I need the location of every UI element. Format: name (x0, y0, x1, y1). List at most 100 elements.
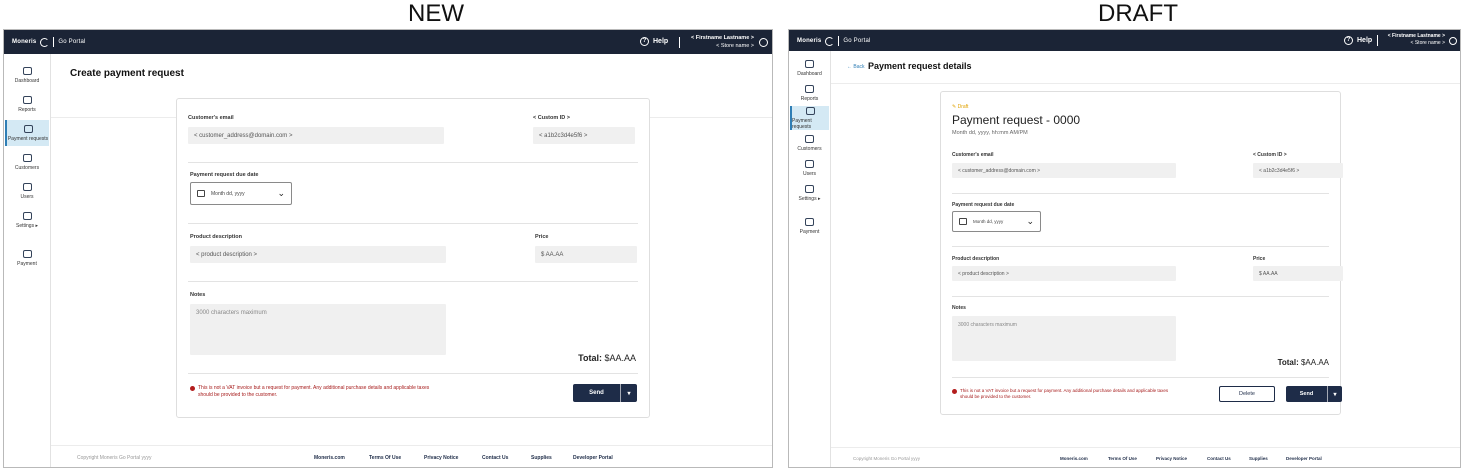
product-description-field[interactable]: < product description > (190, 246, 446, 263)
sidebar-item-settings[interactable]: Settings ▸ (5, 207, 49, 233)
help-icon: ? (1344, 36, 1353, 45)
total-label: Total: (1277, 358, 1299, 367)
footer-link-privacy[interactable]: Privacy Notice (1156, 456, 1187, 461)
sidebar-item-users[interactable]: Users (790, 156, 829, 180)
total-value: $AA.AA (1300, 358, 1329, 367)
copyright: Copyright Moneris Go Portal yyyy (77, 455, 152, 461)
custom-id-field[interactable]: < a1b2c3d4e5f6 > (533, 127, 635, 144)
sidebar-item-customers[interactable]: Customers (790, 131, 829, 155)
sidebar-item-label: Users (802, 170, 817, 177)
request-datetime: Month dd, yyyy, hh:mm AM/PM (952, 130, 1028, 136)
header-divider (1377, 35, 1378, 46)
help-label: Help (653, 38, 669, 45)
due-date-picker[interactable]: Month dd, yyyy ⌄ (190, 182, 292, 205)
notes-textarea[interactable]: 3000 characters maximum (190, 304, 446, 355)
delete-button[interactable]: Delete (1219, 386, 1275, 402)
price-field[interactable]: $ AA.AA (535, 246, 637, 263)
user-avatar-icon[interactable] (759, 38, 768, 47)
payment-requests-icon (806, 106, 815, 115)
sidebar-item-payment[interactable]: Payment (5, 245, 49, 271)
payment-requests-icon (23, 124, 33, 133)
custom-id-field[interactable]: < a1b2c3d4e5f6 > (1253, 163, 1343, 178)
user-menu[interactable]: < Firstname Lastname > < Store name > (1388, 33, 1445, 47)
send-options-chevron-icon[interactable]: ▾ (621, 390, 637, 397)
product-description-field[interactable]: < product description > (952, 266, 1176, 281)
custom-id-label: < Custom ID > (533, 115, 570, 121)
sidebar-item-payment-requests[interactable]: Payment requests (790, 106, 829, 130)
sidebar-item-users[interactable]: Users (5, 178, 49, 204)
moneris-logo[interactable]: Moneris Go Portal (12, 37, 86, 47)
sidebar-item-dashboard[interactable]: Dashboard (5, 62, 49, 88)
due-date-picker[interactable]: Month dd, yyyy ⌄ (952, 211, 1041, 232)
send-split-button: Send ▾ (1286, 386, 1342, 402)
total-amount: Total: $AA.AA (1278, 358, 1329, 367)
footer-link-moneris[interactable]: Moneris.com (1060, 456, 1088, 461)
split-divider (620, 384, 621, 402)
footer-link-privacy[interactable]: Privacy Notice (424, 455, 458, 461)
footer-link-developer[interactable]: Developer Portal (573, 455, 613, 461)
sidebar-item-label: Payment requests (792, 117, 812, 130)
page-title: Payment request details (868, 61, 972, 71)
calendar-icon (197, 190, 205, 197)
total-value: $AA.AA (604, 353, 636, 363)
user-avatar-icon[interactable] (1449, 37, 1457, 45)
footer-link-moneris[interactable]: Moneris.com (314, 455, 345, 461)
brand-name: Moneris (12, 39, 37, 45)
notes-textarea[interactable]: 3000 characters maximum (952, 316, 1176, 361)
customer-email-field[interactable]: < customer_address@domain.com > (952, 163, 1176, 178)
footer-link-supplies[interactable]: Supplies (1249, 456, 1268, 461)
section-divider (952, 296, 1329, 297)
sidebar-item-customers[interactable]: Customers (5, 149, 49, 175)
footer-link-terms[interactable]: Terms Of Use (369, 455, 401, 461)
top-navigation-bar: Moneris Go Portal ? Help < Firstname Las… (789, 30, 1460, 51)
sidebar-item-label: Settings ▸ (16, 222, 38, 229)
sidebar-item-label: Reports (18, 106, 36, 113)
sidebar-item-payment[interactable]: Payment (790, 214, 829, 238)
draft-status-badge: ✎ Draft (952, 104, 969, 110)
footer-link-terms[interactable]: Terms Of Use (1108, 456, 1137, 461)
section-divider (188, 373, 638, 374)
sidebar-item-reports[interactable]: Reports (790, 81, 829, 105)
sidebar-item-reports[interactable]: Reports (5, 91, 49, 117)
sidebar-item-label: Payment requests (7, 135, 49, 142)
new-view-panel: Moneris Go Portal ? Help < Firstname Las… (3, 29, 773, 468)
back-link[interactable]: ← Back (847, 64, 865, 70)
payment-terminal-icon (22, 249, 32, 258)
send-options-chevron-icon[interactable]: ▾ (1328, 391, 1342, 398)
help-label: Help (1357, 37, 1373, 44)
top-navigation-bar: Moneris Go Portal ? Help < Firstname Las… (4, 30, 772, 54)
vat-notice-line-2: should be provided to the customer. (198, 392, 278, 398)
help-link[interactable]: ? Help (1344, 36, 1372, 45)
sidebar-item-payment-requests[interactable]: Payment requests (5, 120, 49, 146)
page-title: Create payment request (70, 68, 184, 79)
footer-link-supplies[interactable]: Supplies (531, 455, 552, 461)
sidebar-item-label: Customers (14, 164, 40, 171)
section-divider (188, 223, 638, 224)
send-button[interactable]: Send (573, 390, 620, 396)
store-name: < Store name > (716, 43, 754, 49)
user-menu[interactable]: < Firstname Lastname > < Store name > (691, 34, 754, 50)
user-name: < Firstname Lastname > (691, 35, 754, 41)
total-amount: Total: $AA.AA (578, 353, 636, 363)
vat-notice: This is not a VAT invoice but a request … (190, 385, 460, 399)
price-field[interactable]: $ AA.AA (1253, 266, 1343, 281)
product-description-label: Product description (190, 234, 242, 240)
send-button[interactable]: Send (1286, 391, 1327, 397)
footer-link-contact[interactable]: Contact Us (1207, 456, 1231, 461)
caption-draft: DRAFT (1098, 0, 1178, 27)
sidebar-item-settings[interactable]: Settings ▸ (790, 181, 829, 205)
vat-notice: This is not a VAT invoice but a request … (952, 388, 1192, 400)
chevron-down-icon: ⌄ (277, 188, 285, 198)
sidebar-item-label: Payment (17, 260, 37, 267)
sidebar-item-dashboard[interactable]: Dashboard (790, 56, 829, 80)
dashboard-icon (22, 66, 32, 75)
footer-link-developer[interactable]: Developer Portal (1286, 456, 1322, 461)
help-icon: ? (640, 37, 649, 46)
customer-email-field[interactable]: < customer_address@domain.com > (188, 127, 444, 144)
help-link[interactable]: ? Help (640, 37, 668, 46)
vat-notice-line-2: should be provided to the customer. (960, 394, 1032, 399)
moneris-logo[interactable]: Moneris Go Portal (797, 36, 871, 46)
logo-divider (53, 37, 55, 47)
page-header: ← Back Payment request details (831, 51, 1460, 84)
footer-link-contact[interactable]: Contact Us (482, 455, 508, 461)
